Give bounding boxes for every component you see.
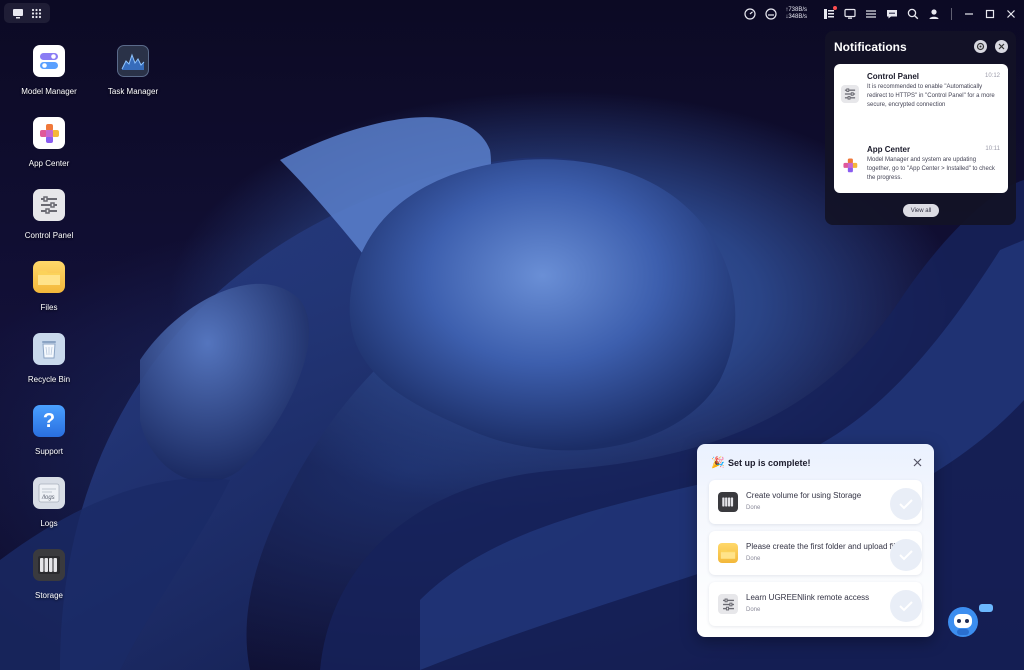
party-icon: 🎉 bbox=[711, 457, 725, 469]
desktop-icon-label: App Center bbox=[28, 159, 70, 168]
recycle-bin-icon bbox=[33, 333, 65, 365]
settings-sliders-button[interactable] bbox=[864, 7, 878, 21]
setup-close-button[interactable] bbox=[912, 457, 922, 467]
desktop-icon-files[interactable]: Files bbox=[9, 261, 89, 312]
close-button[interactable] bbox=[1004, 7, 1018, 21]
control-panel-icon bbox=[841, 85, 859, 103]
app-center-icon bbox=[33, 117, 65, 149]
monitor-button[interactable] bbox=[843, 7, 857, 21]
notification-body: Model Manager and system are updating to… bbox=[867, 157, 995, 181]
notification-card[interactable]: App Center 10:11 Model Manager and syste… bbox=[834, 137, 1008, 193]
desktop-icon-app-center[interactable]: App Center bbox=[9, 117, 89, 168]
gauge-icon[interactable] bbox=[743, 7, 757, 21]
desktop-icon-label: Logs bbox=[40, 519, 58, 528]
divider bbox=[951, 8, 952, 20]
storage-icon bbox=[718, 492, 738, 512]
control-panel-icon bbox=[33, 189, 65, 221]
check-icon bbox=[890, 488, 922, 520]
view-all-button[interactable]: View all bbox=[903, 204, 939, 217]
setup-complete-panel: 🎉 Set up is complete! Create volume for … bbox=[697, 444, 934, 637]
app-center-icon bbox=[841, 156, 859, 174]
unread-dot bbox=[833, 6, 837, 10]
task-status: Done bbox=[746, 607, 761, 613]
taskbar-left-group bbox=[4, 3, 50, 23]
desktop-icon-control-panel[interactable]: Control Panel bbox=[9, 189, 89, 240]
task-label: Please create the first folder and uploa… bbox=[746, 542, 907, 551]
model-manager-icon bbox=[33, 45, 65, 77]
task-manager-icon bbox=[117, 45, 149, 77]
notification-time: 10:12 bbox=[984, 73, 1000, 79]
desktop-icon-storage[interactable]: Storage bbox=[9, 549, 89, 600]
notifications-panel: Notifications Control Panel 10:12 It is … bbox=[825, 31, 1016, 225]
taskbar-right-group: ↑738B/s ↓348B/s bbox=[743, 4, 1018, 24]
desktop-icon-model-manager[interactable]: Model Manager bbox=[9, 45, 89, 96]
upload-speed: ↑738B/s bbox=[785, 7, 807, 13]
notification-body: It is recommended to enable "Automatical… bbox=[867, 84, 995, 108]
setup-title: Set up is complete! bbox=[728, 458, 811, 468]
top-bar: ↑738B/s ↓348B/s bbox=[0, 0, 1024, 28]
task-label: Create volume for using Storage bbox=[746, 491, 862, 500]
desktop-icon-label: Support bbox=[34, 447, 64, 456]
setup-task-item[interactable]: Learn UGREENlink remote access Done bbox=[709, 582, 922, 626]
desktop-icon-label: Model Manager bbox=[21, 87, 77, 96]
support-icon: ? bbox=[33, 405, 65, 437]
robot-icon bbox=[948, 607, 978, 637]
show-desktop-icon[interactable] bbox=[11, 6, 25, 20]
notification-time: 10:11 bbox=[985, 146, 1000, 152]
storage-icon bbox=[33, 549, 65, 581]
setup-task-item[interactable]: Please create the first folder and uploa… bbox=[709, 531, 922, 575]
close-icon bbox=[913, 458, 921, 466]
svg-text:/logs: /logs bbox=[41, 495, 55, 501]
assistant-robot-button[interactable] bbox=[946, 604, 993, 638]
minimize-icon bbox=[965, 13, 973, 15]
desktop-icon-label: Task Manager bbox=[107, 87, 159, 96]
search-icon bbox=[907, 8, 919, 20]
desktop-icon-support[interactable]: ? Support bbox=[9, 405, 89, 456]
maximize-button[interactable] bbox=[983, 7, 997, 21]
notifications-title: Notifications bbox=[834, 40, 907, 54]
download-speed: ↓348B/s bbox=[785, 14, 807, 20]
desktop-icon-recycle-bin[interactable]: Recycle Bin bbox=[9, 333, 89, 384]
messages-button[interactable] bbox=[885, 7, 899, 21]
check-icon bbox=[890, 539, 922, 571]
user-button[interactable] bbox=[927, 7, 941, 21]
network-gauge-icon[interactable] bbox=[764, 7, 778, 21]
chat-bubble-icon bbox=[979, 604, 993, 612]
task-label: Learn UGREENlink remote access bbox=[746, 593, 870, 602]
check-icon bbox=[890, 590, 922, 622]
clear-notifications-button[interactable] bbox=[995, 40, 1008, 53]
folder-icon bbox=[718, 543, 738, 563]
desktop-icon-logs[interactable]: /logs Logs bbox=[9, 477, 89, 528]
task-status: Done bbox=[746, 556, 761, 562]
setup-task-item[interactable]: Create volume for using Storage Done bbox=[709, 480, 922, 524]
control-panel-icon bbox=[718, 594, 738, 614]
close-icon bbox=[998, 43, 1005, 50]
sliders-icon bbox=[866, 10, 876, 18]
desktop-icon-task-manager[interactable]: Task Manager bbox=[93, 45, 173, 96]
monitor-icon bbox=[844, 8, 856, 19]
close-icon bbox=[1007, 10, 1015, 18]
notification-title: Control Panel bbox=[867, 72, 920, 81]
notification-settings-button[interactable] bbox=[974, 40, 987, 53]
network-speed: ↑738B/s ↓348B/s bbox=[785, 7, 807, 21]
task-status: Done bbox=[746, 505, 761, 511]
minimize-button[interactable] bbox=[962, 7, 976, 21]
files-icon bbox=[33, 261, 65, 293]
maximize-icon bbox=[985, 9, 995, 19]
task-list-button[interactable] bbox=[822, 6, 837, 21]
desktop-icon-label: Recycle Bin bbox=[27, 375, 71, 384]
gear-icon bbox=[976, 42, 985, 51]
chat-icon bbox=[887, 10, 897, 19]
logs-icon: /logs bbox=[33, 477, 65, 509]
user-icon bbox=[929, 9, 939, 19]
search-button[interactable] bbox=[906, 7, 920, 21]
notification-title: App Center bbox=[867, 145, 911, 154]
app-grid-icon[interactable] bbox=[30, 6, 44, 20]
desktop-icon-label: Files bbox=[40, 303, 58, 312]
desktop-icon-label: Control Panel bbox=[24, 231, 74, 240]
desktop-icon-label: Storage bbox=[34, 591, 64, 600]
